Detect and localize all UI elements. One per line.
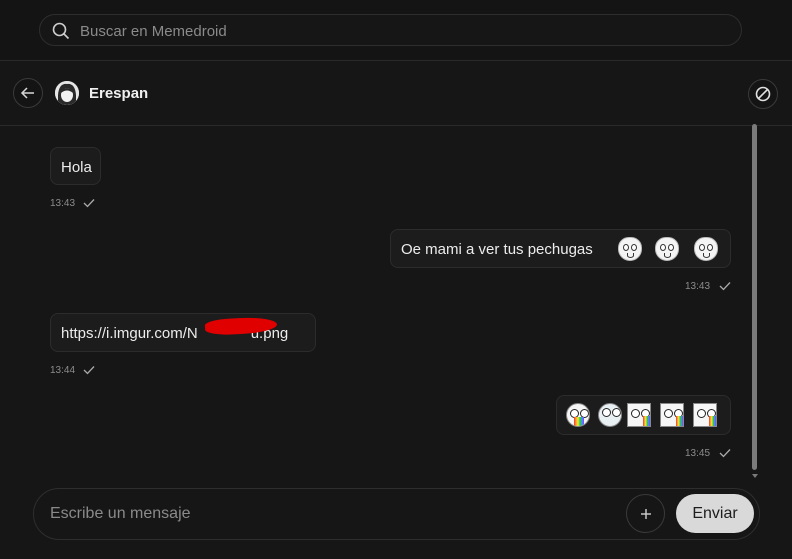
message-input[interactable]: Escribe un mensaje — [50, 505, 191, 523]
message-time: 13:43 — [50, 198, 76, 209]
chat-username[interactable]: Erespan — [89, 85, 148, 102]
dubious-face-emoji — [655, 237, 679, 261]
message-text: Oe mami a ver tus pechugas — [401, 241, 593, 258]
send-button[interactable]: Enviar — [676, 494, 754, 533]
dubious-face-emoji — [694, 237, 718, 261]
search-bar[interactable]: Buscar en Memedroid — [39, 14, 742, 46]
message-bubble[interactable]: https://i.imgur.com/N u.png — [50, 313, 316, 352]
search-icon — [52, 22, 70, 40]
back-button[interactable] — [13, 78, 43, 108]
read-check-icon — [83, 199, 95, 208]
rainbow-face-emoji — [627, 403, 651, 427]
message-time: 13:44 — [50, 365, 76, 376]
rainbow-face-emoji — [693, 403, 717, 427]
block-user-button[interactable] — [748, 79, 778, 109]
block-icon — [755, 86, 771, 102]
plus-icon — [641, 509, 651, 519]
top-bar: Buscar en Memedroid — [0, 0, 792, 60]
rage-face-emoji — [598, 403, 622, 427]
message-text: Hola — [61, 159, 92, 176]
search-input[interactable]: Buscar en Memedroid — [80, 23, 227, 40]
arrow-left-icon — [20, 87, 34, 99]
rainbow-face-emoji — [660, 403, 684, 427]
read-check-icon — [719, 449, 731, 458]
chat-panel: Erespan — [0, 60, 792, 559]
message-time: 13:43 — [685, 281, 711, 292]
read-check-icon — [719, 282, 731, 291]
message-bubble[interactable]: Hola — [50, 147, 101, 185]
attach-button[interactable] — [626, 494, 665, 533]
message-time: 13:45 — [685, 448, 711, 459]
rainbow-puke-emoji — [566, 403, 590, 427]
dubious-face-emoji — [618, 237, 642, 261]
link-start: https://i.imgur.com/N — [61, 325, 198, 342]
chat-header: Erespan — [0, 61, 792, 126]
message-bubble[interactable]: Oe mami a ver tus pechugas — [390, 229, 731, 268]
read-check-icon — [83, 366, 95, 375]
avatar-image — [55, 81, 79, 105]
message-bubble[interactable] — [556, 395, 731, 435]
scrollbar-thumb[interactable] — [752, 124, 757, 470]
scroll-down-arrow-icon[interactable] — [752, 474, 758, 478]
avatar[interactable] — [55, 81, 79, 105]
